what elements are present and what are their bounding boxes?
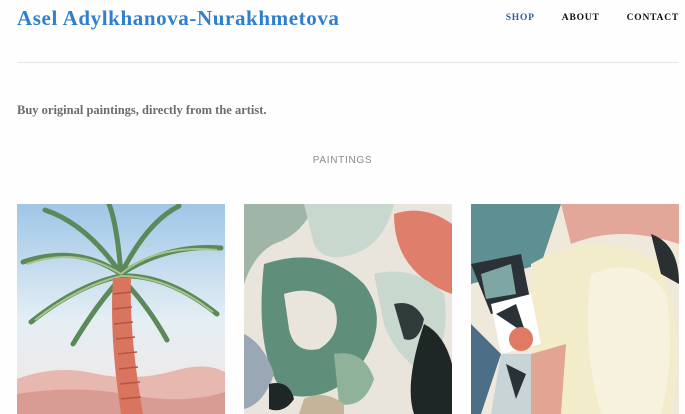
painting-image-abstract-leaves bbox=[244, 204, 452, 414]
painting-image-palm bbox=[17, 204, 225, 414]
site-title-link[interactable]: Asel Adylkhanova-Nurakhmetova bbox=[17, 6, 340, 31]
painting-image-abstract-geometric bbox=[471, 204, 679, 414]
painting-card-palm[interactable] bbox=[17, 204, 225, 414]
shop-tagline: Buy original paintings, directly from th… bbox=[17, 103, 267, 117]
nav-about-link[interactable]: ABOUT bbox=[562, 13, 600, 23]
paintings-grid bbox=[17, 204, 679, 414]
nav-shop-link[interactable]: SHOP bbox=[506, 13, 535, 23]
nav-contact-link[interactable]: CONTACT bbox=[627, 13, 679, 23]
paintings-heading: PAINTINGS bbox=[312, 155, 373, 166]
main-nav: SHOP ABOUT CONTACT bbox=[479, 13, 679, 23]
painting-card-abstract-geometric[interactable] bbox=[471, 204, 679, 414]
header-divider bbox=[17, 62, 679, 63]
site-header: Asel Adylkhanova-Nurakhmetova SHOP ABOUT… bbox=[0, 0, 685, 62]
painting-card-abstract-leaves[interactable] bbox=[244, 204, 452, 414]
